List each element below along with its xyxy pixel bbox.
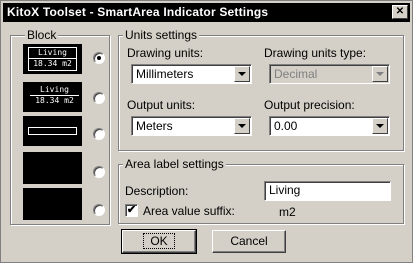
close-button[interactable]: ✕	[392, 5, 408, 19]
drawing-units-type-select: Decimal	[269, 64, 390, 84]
area-suffix-value: m2	[279, 205, 296, 219]
area-suffix-checkbox[interactable]: ✔	[125, 204, 138, 217]
close-icon: ✕	[395, 6, 405, 17]
settings-dialog: KitoX Toolset - SmartArea Indicator Sett…	[0, 0, 413, 263]
units-settings-group: Units settings Drawing units: Millimeter…	[118, 28, 404, 151]
block-radio-1[interactable]	[93, 52, 105, 64]
drawing-units-type-label: Drawing units type:	[264, 46, 367, 60]
description-input[interactable]: Living	[264, 181, 391, 201]
block-preview-3[interactable]	[23, 116, 82, 146]
block-preview-4[interactable]	[23, 152, 82, 184]
drawing-units-type-value: Decimal	[274, 67, 318, 81]
area-label-settings-group: Area label settings Description: Living …	[118, 157, 404, 224]
title-bar: KitoX Toolset - SmartArea Indicator Sett…	[3, 3, 410, 22]
block-preview-5[interactable]	[23, 188, 82, 220]
description-label: Description:	[125, 184, 189, 198]
dropdown-arrow-icon[interactable]	[234, 118, 250, 134]
block-preview-frame: Living 18.34 m2	[30, 85, 79, 109]
output-units-label: Output units:	[127, 98, 196, 112]
block-preview-line1: Living	[40, 85, 69, 94]
units-settings-label: Units settings	[123, 28, 200, 42]
block-radio-2[interactable]	[93, 92, 105, 104]
cancel-button-label: Cancel	[230, 234, 268, 248]
block-group-label: Block	[25, 28, 59, 42]
block-preview-line1: Living	[38, 48, 67, 57]
drawing-units-value: Millimeters	[136, 67, 194, 81]
output-units-value: Meters	[136, 119, 173, 133]
output-precision-select[interactable]: 0.00	[269, 116, 390, 136]
block-preview-line2: 18.34 m2	[30, 95, 79, 106]
block-group: Block Living 18.34 m2 Living 18.34 m2	[10, 28, 110, 225]
checkmark-icon: ✔	[126, 204, 137, 216]
dropdown-arrow-icon[interactable]	[372, 118, 388, 134]
output-units-select[interactable]: Meters	[131, 116, 252, 136]
window-title: KitoX Toolset - SmartArea Indicator Sett…	[7, 5, 269, 19]
area-suffix-label[interactable]: Area value suffix:	[143, 204, 235, 218]
ok-button[interactable]: OK	[121, 229, 197, 254]
block-preview-1[interactable]: Living 18.34 m2	[23, 44, 82, 74]
block-preview-2[interactable]: Living 18.34 m2	[23, 82, 82, 112]
block-preview-frame: Living 18.34 m2	[28, 47, 77, 71]
block-preview-line2: 18.34 m2	[29, 58, 76, 69]
drawing-units-select[interactable]: Millimeters	[131, 64, 252, 84]
block-radio-4[interactable]	[93, 166, 105, 178]
block-preview-bar	[28, 127, 77, 135]
dropdown-arrow-icon[interactable]	[234, 66, 250, 82]
output-precision-value: 0.00	[274, 119, 298, 133]
drawing-units-label: Drawing units:	[127, 46, 204, 60]
output-precision-label: Output precision:	[264, 98, 355, 112]
block-radio-5[interactable]	[93, 204, 105, 216]
dropdown-arrow-icon	[372, 66, 388, 82]
area-label-settings-label: Area label settings	[123, 157, 226, 171]
cancel-button[interactable]: Cancel	[212, 230, 286, 253]
ok-button-label: OK	[143, 233, 175, 249]
block-radio-3[interactable]	[93, 128, 105, 140]
